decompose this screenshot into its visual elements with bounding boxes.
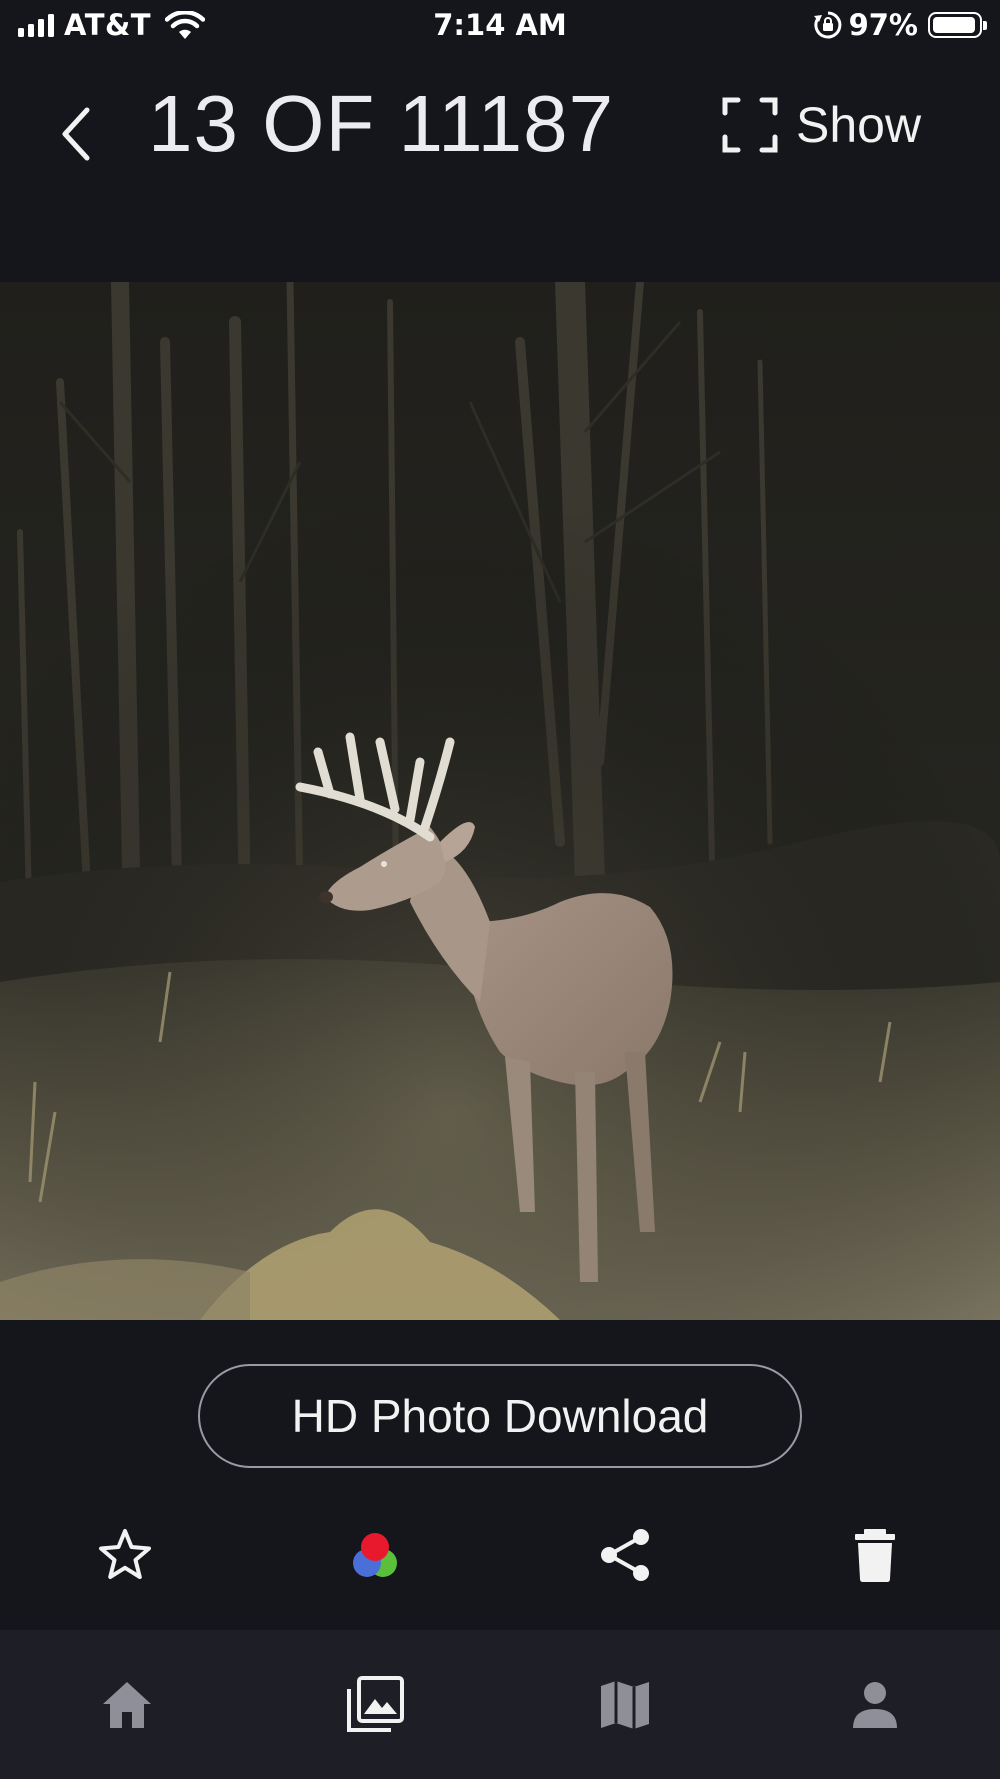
color-circles-icon [353,1533,397,1577]
status-right: 97% [813,8,987,42]
header: 13 OF 11187 Show [0,56,1000,282]
trail-camera-photo[interactable] [0,282,1000,1320]
photo-image [0,282,1000,1320]
fullscreen-icon [722,97,778,153]
bottom-navigation [0,1630,1000,1779]
gallery-icon [347,1676,404,1732]
share-icon [601,1529,649,1581]
favorite-button[interactable] [90,1520,160,1590]
show-button[interactable]: Show [722,96,921,154]
home-icon [103,1682,151,1728]
page-title: 13 OF 11187 [148,79,615,168]
delete-button[interactable] [840,1520,910,1590]
show-label: Show [796,97,922,153]
nav-map[interactable] [590,1670,660,1740]
nav-home[interactable] [92,1670,162,1740]
nav-profile[interactable] [840,1670,910,1740]
battery-percent: 97% [848,8,918,42]
star-outline-icon [99,1529,151,1579]
back-button[interactable] [50,96,102,172]
trash-icon [855,1529,895,1582]
back-chevron-icon [62,107,90,161]
orientation-lock-icon [813,11,841,39]
nav-gallery[interactable] [340,1670,410,1740]
share-button[interactable] [590,1520,660,1590]
person-icon [853,1682,897,1728]
status-bar: AT&T 7:14 AM 97% [0,0,1000,56]
photo-actions [0,1520,1000,1590]
map-icon [601,1681,649,1729]
filter-button[interactable] [340,1520,410,1590]
battery-icon [928,12,987,38]
hd-photo-download-button[interactable]: HD Photo Download [198,1364,802,1468]
